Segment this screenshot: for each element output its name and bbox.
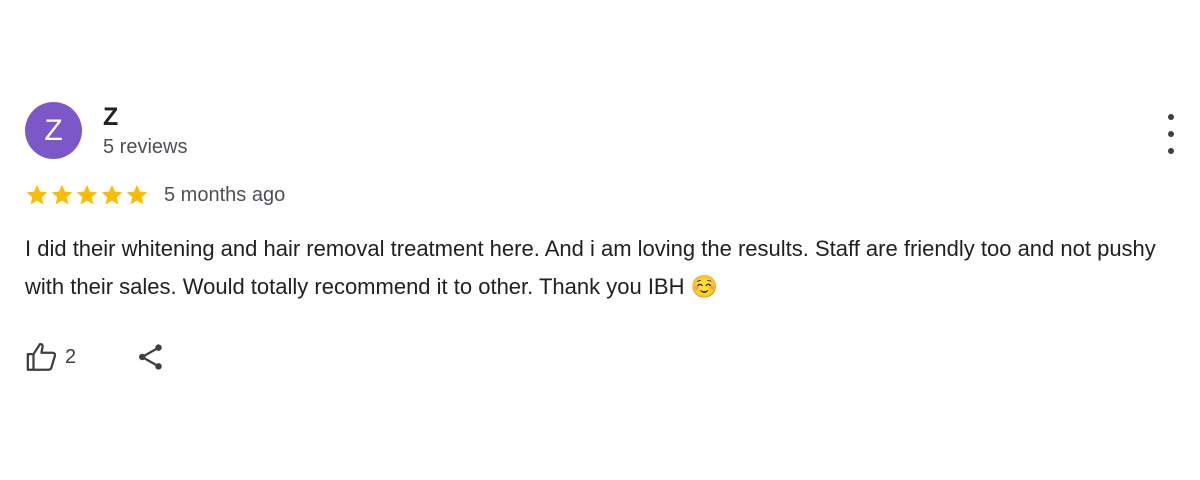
star-icon xyxy=(76,184,98,205)
like-button[interactable]: 2 xyxy=(25,340,76,374)
review-text: I did their whitening and hair removal t… xyxy=(25,236,1156,299)
star-icon xyxy=(101,184,123,205)
star-rating xyxy=(25,183,150,207)
like-count: 2 xyxy=(65,345,77,368)
rating-row: 5 months ago xyxy=(25,180,285,210)
star-icon xyxy=(51,184,73,205)
review-time: 5 months ago xyxy=(164,184,286,206)
more-vert-icon-dot xyxy=(1168,148,1174,154)
review-count[interactable]: 5 reviews xyxy=(103,135,187,159)
star-icon xyxy=(26,184,48,205)
share-icon xyxy=(139,344,162,370)
review-actions: 2 xyxy=(25,337,166,377)
more-vert-icon xyxy=(1168,114,1174,120)
thumbs-up-icon xyxy=(26,342,57,371)
avatar[interactable]: Z xyxy=(25,102,82,159)
more-options-button[interactable] xyxy=(1158,114,1184,154)
star-icon xyxy=(126,184,148,205)
review-card: Z Z 5 reviews 5 months ago I did their w… xyxy=(0,0,1200,480)
reviewer-name[interactable]: Z xyxy=(103,103,118,131)
avatar-letter: Z xyxy=(44,114,63,147)
share-button[interactable] xyxy=(136,340,166,374)
more-vert-icon-dot xyxy=(1168,131,1174,137)
